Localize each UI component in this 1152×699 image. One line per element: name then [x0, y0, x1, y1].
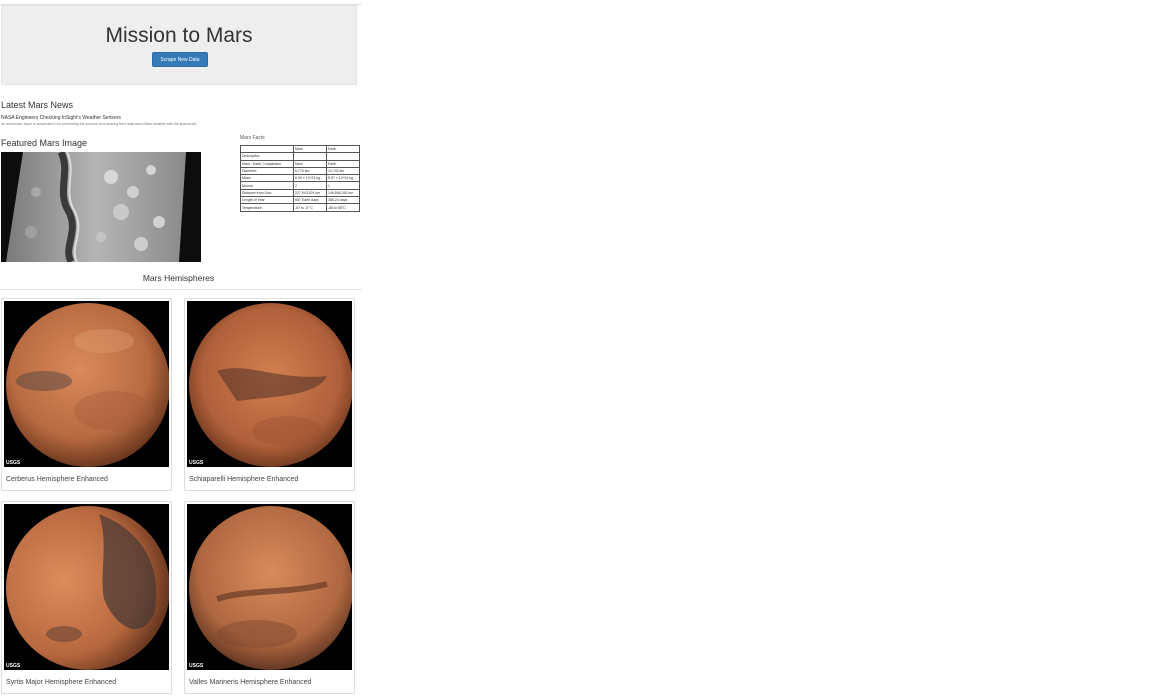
table-cell: Earth — [326, 159, 360, 168]
table-cell: 687 Earth days — [293, 196, 327, 205]
facts-header-cell — [240, 144, 294, 154]
table-cell: Diameter: — [240, 166, 294, 176]
table-cell: 5.97 × 10^24 kg — [326, 174, 360, 183]
mars-globe-graphic — [4, 301, 169, 467]
table-cell: 227,943,824 km — [293, 188, 327, 198]
featured-image-heading: Featured Mars Image — [1, 138, 88, 148]
table-cell — [293, 152, 327, 161]
mars-globe-graphic — [187, 301, 352, 467]
table-row: Diameter: 6,779 km 12,742 km — [240, 166, 360, 176]
table-row: Mars - Earth Comparison Mars Earth — [240, 159, 360, 168]
table-cell — [326, 152, 360, 161]
news-title: NASA Engineers Checking InSight's Weathe… — [1, 115, 121, 121]
news-teaser: An electronics issue is suspected to be … — [1, 122, 197, 126]
table-cell: Mass: — [240, 174, 294, 183]
hemisphere-image[interactable]: USGS — [187, 301, 352, 467]
table-row: Moons: 2 1 — [240, 181, 360, 190]
table-row: Length of Year: 687 Earth days 365.24 da… — [240, 196, 360, 205]
table-cell: -87 to -5 °C — [293, 203, 327, 212]
page: Mission to Mars Scrape New Data Latest M… — [0, 0, 1152, 699]
hemispheres-heading: Mars Hemispheres — [142, 273, 215, 283]
hemisphere-title[interactable]: Valles Marineris Hemisphere Enhanced — [189, 679, 311, 686]
table-cell: 365.24 days — [326, 196, 360, 205]
hemisphere-title[interactable]: Syrtis Major Hemisphere Enhanced — [6, 679, 116, 686]
mars-globe-graphic — [4, 504, 169, 670]
hemisphere-card-cerberus[interactable]: USGS Cerberus Hemisphere Enhanced — [1, 298, 172, 491]
mars-globe-graphic — [187, 504, 352, 670]
table-row: Description — [240, 152, 360, 161]
usgs-logo: USGS — [189, 460, 204, 466]
page-title: Mission to Mars — [105, 24, 253, 47]
jumbotron: Mission to Mars Scrape New Data — [1, 5, 357, 85]
table-row: Distance from Sun: 227,943,824 km 149,59… — [240, 188, 360, 198]
table-cell: 12,742 km — [326, 166, 360, 176]
table-cell: 6.39 × 10^23 kg — [293, 174, 327, 183]
table-cell: 1 — [326, 181, 360, 190]
table-cell: 2 — [293, 181, 327, 190]
usgs-logo: USGS — [6, 460, 21, 466]
table-cell: -88 to 58°C — [326, 203, 360, 212]
facts-header-row: Mars Earth — [240, 144, 360, 154]
table-cell: Distance from Sun: — [240, 188, 294, 198]
table-cell: Description — [240, 152, 294, 161]
table-cell: 149,598,262 km — [326, 188, 360, 198]
table-cell: Mars — [293, 159, 327, 168]
hemisphere-title[interactable]: Cerberus Hemisphere Enhanced — [6, 476, 108, 483]
table-cell: Length of Year: — [240, 196, 294, 205]
hemisphere-image[interactable]: USGS — [187, 504, 352, 670]
hemisphere-image[interactable]: USGS — [4, 301, 169, 467]
mars-facts-table: Mars Earth Description Mars - Earth Comp… — [240, 144, 360, 212]
hemisphere-card-syrtis-major[interactable]: USGS Syrtis Major Hemisphere Enhanced — [1, 501, 172, 694]
table-cell: 6,779 km — [293, 166, 327, 176]
featured-image-graphic — [1, 152, 201, 262]
hemisphere-title[interactable]: Schiaparelli Hemisphere Enhanced — [189, 476, 298, 483]
facts-header-cell: Earth — [326, 144, 360, 154]
hemisphere-image[interactable]: USGS — [4, 504, 169, 670]
hemisphere-card-valles-marineris[interactable]: USGS Valles Marineris Hemisphere Enhance… — [184, 501, 355, 694]
table-cell: Temperature: — [240, 203, 294, 212]
scrape-new-data-button[interactable]: Scrape New Data — [152, 52, 208, 67]
table-cell: Mars - Earth Comparison — [240, 159, 294, 168]
facts-caption: Mars Facts — [240, 135, 265, 141]
table-row: Temperature: -87 to -5 °C -88 to 58°C — [240, 203, 360, 212]
featured-mars-image[interactable] — [1, 152, 201, 262]
usgs-logo: USGS — [6, 663, 21, 669]
table-cell: Moons: — [240, 181, 294, 190]
news-heading: Latest Mars News — [1, 100, 74, 110]
facts-header-cell: Mars — [293, 144, 327, 154]
hemisphere-card-schiaparelli[interactable]: USGS Schiaparelli Hemisphere Enhanced — [184, 298, 355, 491]
hemispheres-divider — [0, 289, 362, 290]
table-row: Mass: 6.39 × 10^23 kg 5.97 × 10^24 kg — [240, 174, 360, 183]
usgs-logo: USGS — [189, 663, 204, 669]
